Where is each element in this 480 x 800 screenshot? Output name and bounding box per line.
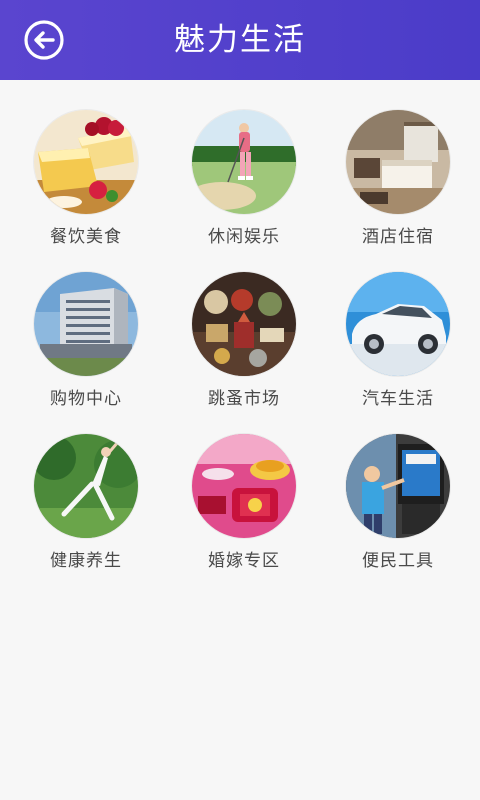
- category-hotel[interactable]: 酒店住宿: [318, 80, 478, 247]
- category-label: 健康养生: [50, 551, 122, 571]
- category-label: 婚嫁专区: [208, 551, 280, 571]
- category-dining[interactable]: 餐饮美食: [6, 80, 166, 247]
- category-health[interactable]: 健康养生: [6, 404, 166, 571]
- shopping-building-image: [34, 272, 138, 376]
- category-wedding[interactable]: 婚嫁专区: [164, 404, 324, 571]
- cake-food-image: [34, 110, 138, 214]
- app-header: 魅力生活: [0, 0, 480, 80]
- hotel-room-image: [346, 110, 450, 214]
- category-label: 便民工具: [362, 551, 434, 571]
- category-auto[interactable]: 汽车生活: [318, 242, 478, 409]
- category-tools[interactable]: 便民工具: [318, 404, 478, 571]
- white-car-image: [346, 272, 450, 376]
- yoga-image: [34, 434, 138, 538]
- page-title: 魅力生活: [174, 22, 306, 58]
- kiosk-kids-image: [346, 434, 450, 538]
- category-leisure[interactable]: 休闲娱乐: [164, 80, 324, 247]
- category-flea-market[interactable]: 跳蚤市场: [164, 242, 324, 409]
- antique-market-image: [192, 272, 296, 376]
- category-shopping[interactable]: 购物中心: [6, 242, 166, 409]
- golf-player-image: [192, 110, 296, 214]
- wedding-items-image: [192, 434, 296, 538]
